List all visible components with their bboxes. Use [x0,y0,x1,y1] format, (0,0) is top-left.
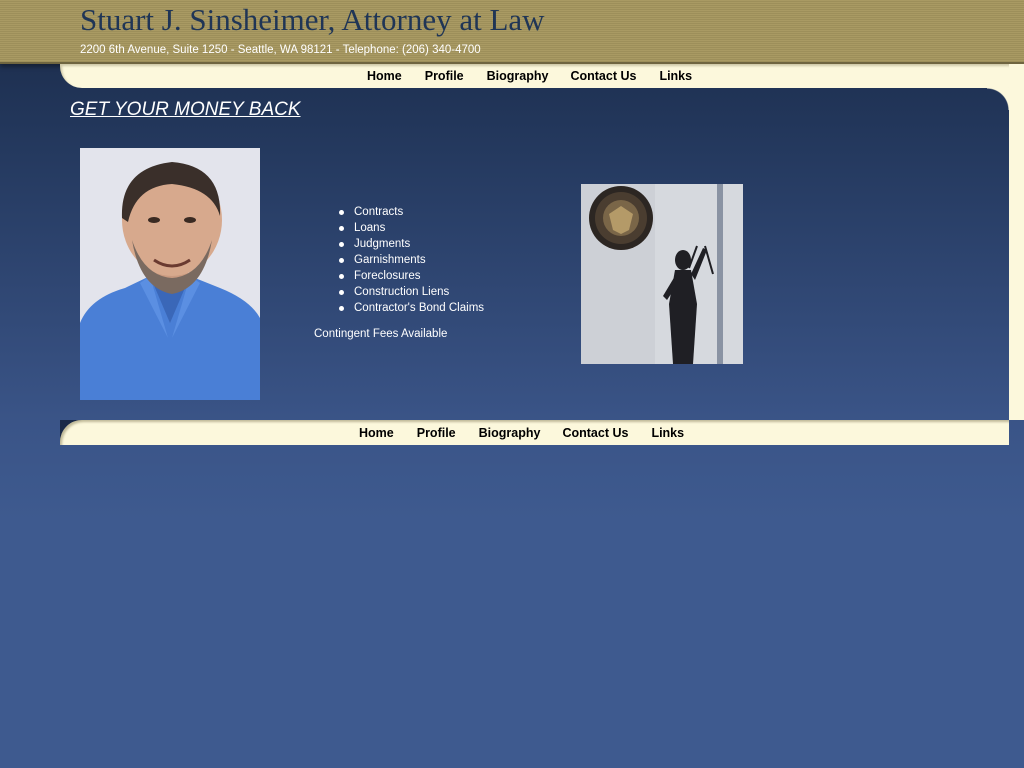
right-border-strip [1009,64,1024,420]
list-item: Contractor's Bond Claims [338,300,484,316]
top-nav-home[interactable]: Home [367,69,402,83]
bottom-nav-profile[interactable]: Profile [417,426,456,440]
top-nav-links-item[interactable]: Links [659,69,692,83]
list-item: Garnishments [338,252,484,268]
service-label: Judgments [354,238,411,250]
bottom-nav-links: Home Profile Biography Contact Us Links [359,420,684,445]
site-title: Stuart J. Sinsheimer, Attorney at Law [80,2,545,37]
bullet-icon [339,210,344,215]
service-label: Contracts [354,206,404,218]
bullet-icon [339,258,344,263]
headline-link[interactable]: GET YOUR MONEY BACK [70,99,301,121]
bottom-nav-biography[interactable]: Biography [479,426,541,440]
list-item: Construction Liens [338,284,484,300]
site-address: 2200 6th Avenue, Suite 1250 - Seattle, W… [80,44,481,56]
top-nav-contact-us[interactable]: Contact Us [570,69,636,83]
bottom-nav-bar: Home Profile Biography Contact Us Links [60,420,1009,445]
list-item: Foreclosures [338,268,484,284]
lady-justice-illustration [581,184,743,364]
bottom-nav-contact-us[interactable]: Contact Us [562,426,628,440]
bullet-icon [339,274,344,279]
bullet-icon [339,290,344,295]
bottom-nav-links-item[interactable]: Links [651,426,684,440]
top-nav-links: Home Profile Biography Contact Us Links [367,64,692,88]
attorney-portrait-image [80,148,260,400]
contingent-fees-note: Contingent Fees Available [314,328,448,340]
bullet-icon [339,242,344,247]
service-label: Garnishments [354,254,426,266]
header-band: Stuart J. Sinsheimer, Attorney at Law 22… [0,0,1024,64]
list-item: Judgments [338,236,484,252]
service-label: Loans [354,222,386,234]
bullet-icon [339,226,344,231]
service-label: Foreclosures [354,270,421,282]
service-label: Contractor's Bond Claims [354,302,485,314]
portrait-illustration [80,148,260,400]
bullet-icon [339,306,344,311]
service-label: Construction Liens [354,286,450,298]
list-item: Contracts [338,204,484,220]
top-nav-profile[interactable]: Profile [425,69,464,83]
top-nav-bar: Home Profile Biography Contact Us Links [60,64,1009,110]
top-nav-biography[interactable]: Biography [487,69,549,83]
services-list: Contracts Loans Judgments Garnishments F… [338,204,484,316]
bottom-nav-home[interactable]: Home [359,426,394,440]
lady-justice-image [581,184,743,364]
list-item: Loans [338,220,484,236]
